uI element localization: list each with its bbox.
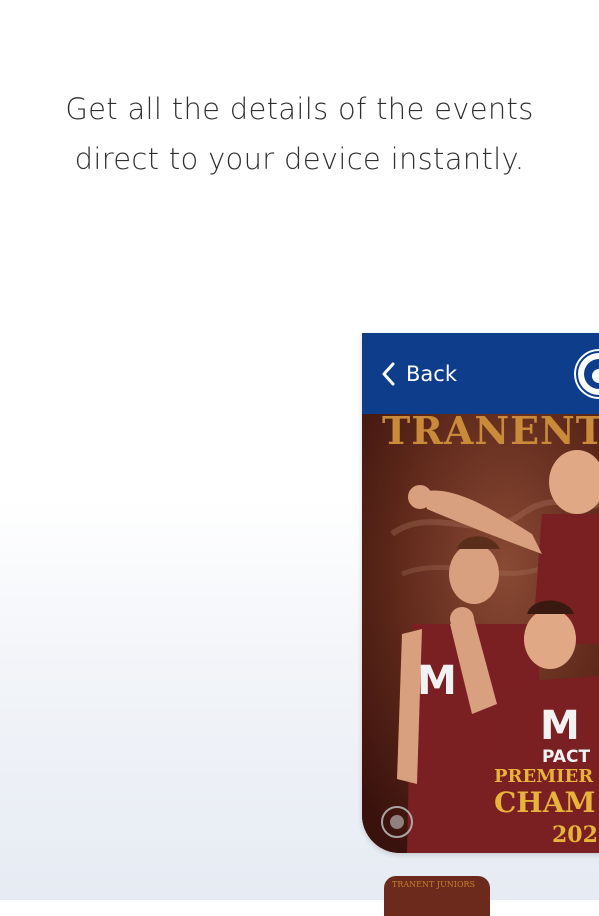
headline-line-1: Get all the details of the events: [65, 92, 534, 126]
back-button[interactable]: Back: [378, 359, 457, 389]
poster-club-name: TRANENT: [382, 414, 599, 453]
back-label: Back: [406, 362, 457, 386]
headline-line-2: direct to your device instantly.: [74, 142, 525, 176]
event-poster-image[interactable]: TRANENT M M PACT PREMIER CHAM 202: [362, 414, 599, 853]
poster-title-champ: CHAM: [494, 786, 595, 819]
thumbnail-label: TRANENT JUNIORS: [392, 880, 476, 889]
poster-sponsor-mark-2: M: [540, 703, 580, 749]
poster-sponsor-mark: M: [417, 658, 457, 704]
onboarding-headline: Get all the details of the events direct…: [0, 84, 599, 184]
club-crest-icon: [574, 349, 599, 399]
next-poster-thumbnail[interactable]: TRANENT JUNIORS: [384, 876, 490, 916]
chevron-left-icon: [382, 362, 395, 386]
phone-screenshot: Back TRANENT M M PACT PREMIER CHAM 202: [362, 333, 599, 853]
poster-title-premier: PREMIER: [494, 766, 594, 787]
poster-title-year: 202: [552, 822, 598, 848]
poster-sponsor-text: PACT: [542, 747, 591, 767]
app-bar: Back: [362, 333, 599, 414]
